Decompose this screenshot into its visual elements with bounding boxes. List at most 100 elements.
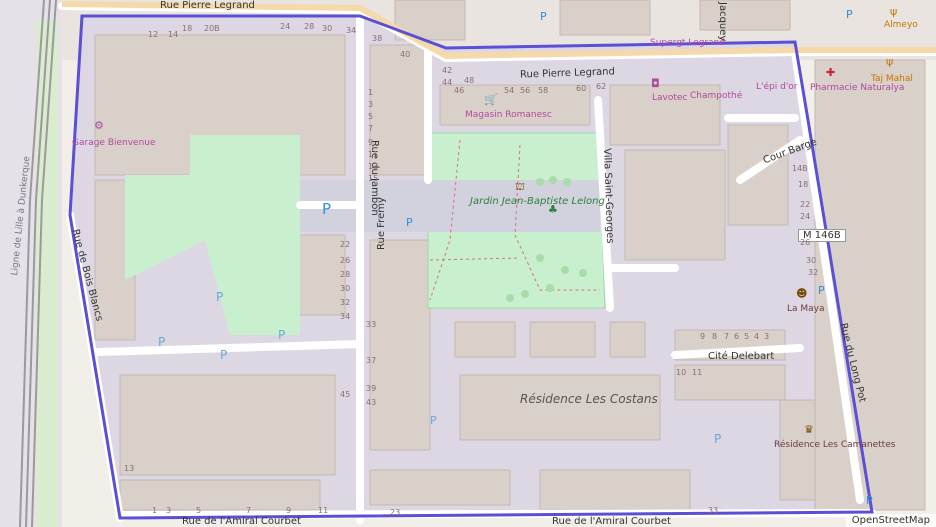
poi-label: L'épi d'or: [756, 82, 798, 92]
house-number: 10: [676, 368, 687, 377]
poi-label: Almeyo: [884, 20, 918, 30]
bicycle-parking-icon[interactable]: P: [818, 284, 825, 297]
house-number: 9: [368, 138, 374, 147]
house-number: 14: [168, 30, 179, 39]
house-number: 14B: [792, 164, 808, 173]
house-number: 7: [724, 332, 730, 341]
house-number: 1: [152, 506, 158, 515]
house-number: 44: [442, 78, 453, 87]
house-number: 18: [182, 24, 193, 33]
poi-label: Taj Mahal: [871, 74, 913, 84]
house-number: 5: [196, 506, 202, 515]
poi-label: Résidence Les Camanettes: [774, 440, 896, 450]
house-number: 48: [464, 76, 475, 85]
house-number: 46: [454, 86, 465, 95]
house-number: 30: [322, 24, 333, 33]
house-number: 30: [806, 256, 817, 265]
shop-icon[interactable]: 🛒: [484, 94, 498, 105]
poi-label: Magasin Romanesc: [465, 110, 552, 120]
house-number: 9: [700, 332, 706, 341]
house-number: 34: [346, 26, 357, 35]
house-number: 42: [442, 66, 453, 75]
playground-icon: ⛫: [515, 180, 526, 193]
house-number: 22: [340, 240, 351, 249]
poi-label: Champothé: [690, 91, 743, 101]
house-number: 24: [800, 212, 811, 221]
house-number: 33: [366, 320, 377, 329]
street-label: Cité Delebart: [708, 351, 775, 362]
house-number: 58: [538, 86, 549, 95]
street-label: Rue Pierre Legrand: [160, 0, 255, 11]
area-label: Résidence Les Costans: [520, 392, 658, 406]
house-number: 37: [366, 356, 377, 365]
house-number: 7: [246, 506, 252, 515]
bicycle-parking-icon[interactable]: P: [406, 216, 413, 229]
poi-label: Supergt Legrand: [650, 38, 726, 48]
street-label: Rue Fremy: [376, 197, 387, 250]
house-number: 28: [304, 22, 315, 31]
bicycle-parking-icon[interactable]: P: [430, 414, 437, 427]
poi-label: La Maya: [787, 304, 825, 314]
house-number: 8: [712, 332, 718, 341]
house-number: 5: [368, 112, 374, 121]
house-number: 38: [372, 34, 383, 43]
poi-label: Garage Bienvenue: [72, 138, 156, 148]
house-number: 32: [340, 298, 351, 307]
house-number: 3: [166, 506, 172, 515]
house-number: 18: [798, 180, 809, 189]
parking-icon[interactable]: P: [220, 348, 227, 362]
house-number: 3: [368, 100, 374, 109]
street-label: Jacquey: [717, 2, 728, 42]
parking-icon[interactable]: P: [158, 335, 165, 349]
house-number: 4: [754, 332, 760, 341]
house-number: 3: [764, 332, 770, 341]
house-number: 11: [692, 368, 703, 377]
theatre-icon[interactable]: ☻: [796, 288, 807, 299]
map-view[interactable]: Rue Pierre Legrand Rue Pierre Legrand Ru…: [0, 0, 936, 527]
house-number: 13: [124, 464, 135, 473]
parking-icon[interactable]: P: [322, 200, 331, 218]
house-number: 1: [368, 88, 374, 97]
house-number: 23: [390, 508, 401, 517]
house-number: 6: [734, 332, 740, 341]
parking-icon[interactable]: P: [714, 432, 721, 446]
house-number: 15: [368, 174, 379, 183]
house-number: 22: [800, 200, 811, 209]
poi-label: Lavotec: [652, 93, 688, 103]
house-number: 56: [520, 86, 531, 95]
restaurant-icon[interactable]: ψ: [886, 56, 893, 67]
house-number: 9: [286, 506, 292, 515]
house-number: 7: [368, 124, 374, 133]
house-number: 39: [366, 384, 377, 393]
house-number: 12: [148, 30, 159, 39]
house-number: 28: [340, 270, 351, 279]
bicycle-parking-icon[interactable]: P: [846, 8, 853, 21]
house-number: 62: [596, 82, 607, 91]
park-label: Jardin Jean-Baptiste Lelong: [470, 196, 605, 207]
pharmacy-icon[interactable]: ✚: [826, 67, 835, 78]
map-attribution[interactable]: OpenStreetMap: [845, 514, 936, 527]
house-number: 60: [576, 84, 587, 93]
bicycle-parking-icon[interactable]: P: [866, 494, 873, 507]
house-number: 26: [800, 238, 811, 247]
house-number: 54: [504, 86, 515, 95]
house-number: 11: [368, 150, 379, 159]
house-number: 34: [340, 312, 351, 321]
house-number: 11: [318, 506, 329, 515]
house-number: 40: [400, 50, 411, 59]
restaurant-icon[interactable]: ψ: [890, 6, 897, 17]
residence-icon: ♛: [804, 423, 814, 436]
laundry-icon[interactable]: ◘: [651, 78, 660, 89]
house-number: 33: [708, 506, 719, 515]
street-label: Rue de l'Amiral Courbet: [552, 516, 671, 527]
street-label: Rue de l'Amiral Courbet: [182, 516, 301, 527]
car-repair-icon: ⚙: [94, 119, 104, 132]
parking-icon[interactable]: P: [278, 328, 285, 342]
house-number: 24: [280, 22, 291, 31]
house-number: 43: [366, 398, 377, 407]
house-number: 13: [368, 162, 379, 171]
parking-icon[interactable]: P: [216, 290, 223, 304]
house-number: 26: [340, 256, 351, 265]
house-number: 20B: [204, 24, 220, 33]
bicycle-parking-icon[interactable]: P: [540, 10, 547, 23]
